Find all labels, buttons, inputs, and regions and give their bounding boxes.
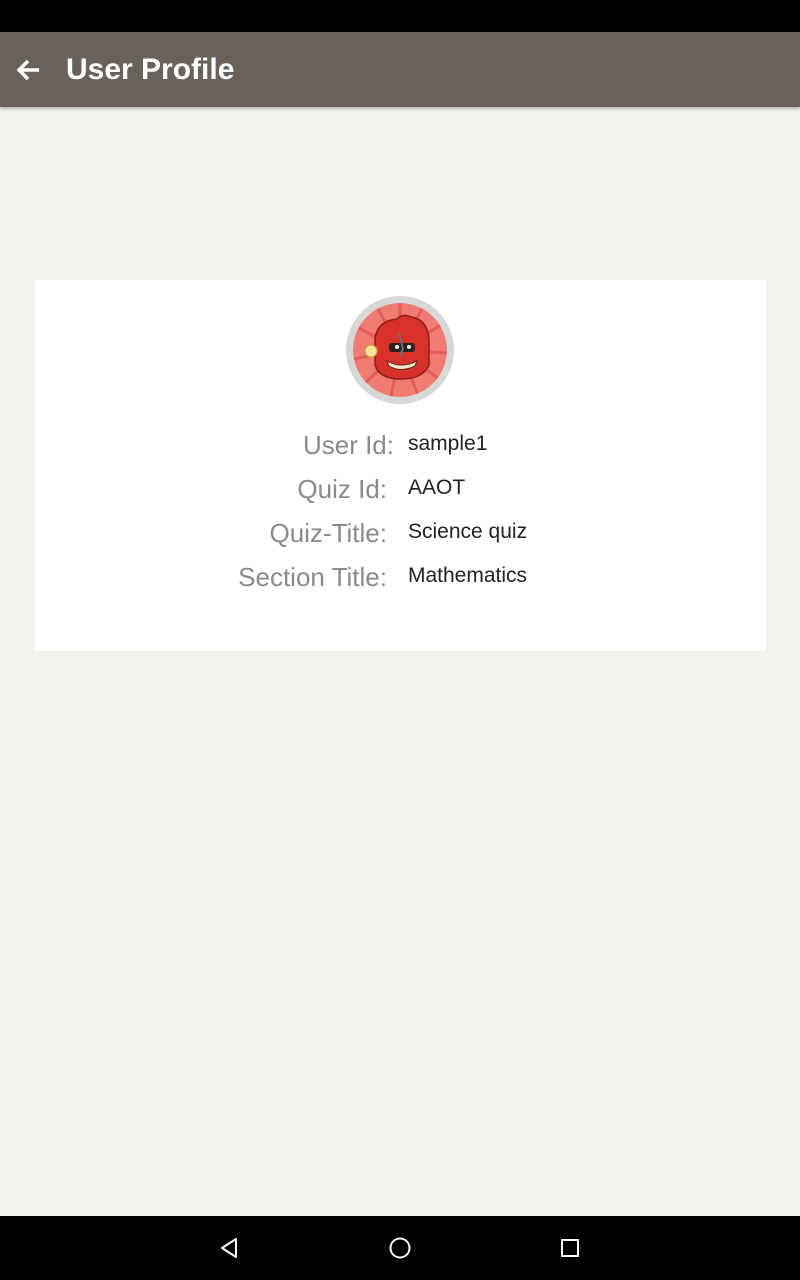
nav-back-button[interactable] <box>212 1230 248 1266</box>
status-bar <box>0 0 800 32</box>
field-row-quiz-id: Quiz Id: AAOT <box>35 474 766 514</box>
field-value: Science quiz <box>408 520 528 543</box>
back-button[interactable] <box>0 32 56 107</box>
field-value: AAOT <box>408 476 466 499</box>
field-label: Quiz-Title: <box>269 518 388 548</box>
triangle-back-icon <box>221 1238 237 1258</box>
page-title: User Profile <box>66 53 235 86</box>
field-label: User Id: <box>302 430 394 460</box>
field-row-user-id: User Id: sample1 <box>35 430 766 470</box>
navigation-bar <box>0 1216 800 1280</box>
field-row-quiz-title: Quiz-Title: Science quiz <box>35 518 766 558</box>
app-bar: User Profile <box>0 32 800 107</box>
field-label: Section Title: <box>238 562 387 592</box>
field-value: Mathematics <box>408 564 528 587</box>
field-row-section-title: Section Title: Mathematics <box>35 562 766 602</box>
avatar <box>346 296 454 404</box>
nav-recents-button[interactable] <box>552 1230 588 1266</box>
circle-home-icon <box>389 1237 411 1259</box>
field-value: sample1 <box>408 432 488 455</box>
profile-card: User Id: sample1 Quiz Id: AAOT Quiz-Titl… <box>35 280 766 651</box>
monster-avatar-icon <box>353 303 447 397</box>
arrow-left-icon <box>16 59 39 80</box>
square-recents-icon <box>561 1239 579 1257</box>
nav-home-button[interactable] <box>382 1230 418 1266</box>
field-label: Quiz Id: <box>297 474 387 504</box>
